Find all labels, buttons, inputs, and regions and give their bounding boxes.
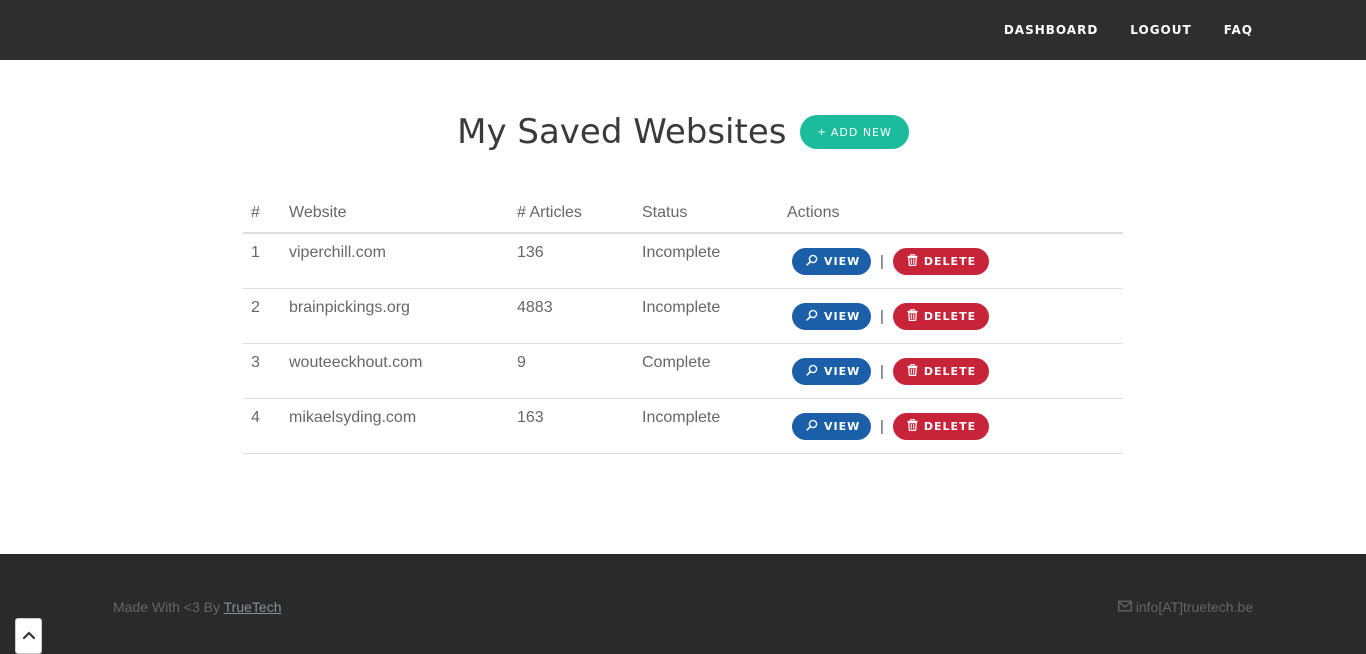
delete-label: DELETE	[923, 255, 977, 268]
action-separator: |	[880, 362, 884, 380]
footer-email: info[AT]truetech.be	[1135, 599, 1253, 615]
row-status: Complete	[634, 343, 779, 399]
search-icon	[806, 419, 824, 434]
row-articles: 163	[509, 398, 634, 454]
search-icon	[806, 364, 824, 379]
view-label: VIEW	[824, 255, 861, 268]
footer-author-link[interactable]: TrueTech	[224, 599, 282, 615]
row-actions: VIEW | DELETE	[779, 233, 1123, 289]
table-row: 4 mikaelsyding.com 163 Incomplete VIEW | DELET…	[243, 398, 1123, 454]
row-actions: VIEW | DELETE	[779, 343, 1123, 399]
nav-link-logout[interactable]: LOGOUT	[1130, 23, 1191, 37]
view-button[interactable]: VIEW	[792, 412, 871, 440]
header-status: Status	[634, 193, 779, 234]
delete-label: DELETE	[923, 419, 977, 433]
trash-icon	[907, 308, 924, 324]
row-articles: 4883	[509, 288, 634, 344]
header-number: #	[243, 193, 281, 234]
action-group: VIEW | DELETE	[787, 409, 1123, 440]
trash-icon	[907, 418, 924, 434]
delete-button[interactable]: DELETE	[892, 302, 989, 330]
table-row: 2 brainpickings.org 4883 Incomplete VIEW | DEL…	[243, 288, 1123, 344]
action-separator: |	[880, 417, 884, 435]
delete-button[interactable]: DELETE	[892, 248, 989, 275]
nav-link-dashboard[interactable]: DASHBOARD	[1004, 23, 1098, 37]
header-articles: # Articles	[509, 193, 634, 234]
row-website: wouteeckhout.com	[281, 343, 509, 399]
row-number: 3	[243, 343, 281, 399]
delete-button[interactable]: DELETE	[892, 357, 989, 385]
delete-button[interactable]: DELETE	[892, 412, 989, 440]
action-separator: |	[880, 253, 884, 270]
plus-icon: +	[817, 126, 827, 138]
header-website: Website	[281, 193, 509, 234]
view-button[interactable]: VIEW	[792, 357, 871, 385]
websites-table: # Website # Articles Status Actions 1 vip…	[243, 193, 1123, 454]
view-label: VIEW	[824, 309, 861, 323]
view-button[interactable]: VIEW	[792, 302, 871, 330]
row-status: Incomplete	[634, 398, 779, 454]
footer-contact: info[AT]truetech.be	[1117, 599, 1253, 615]
row-number: 1	[243, 233, 281, 289]
nav-links: DASHBOARD LOGOUT FAQ	[972, 0, 1253, 60]
row-number: 2	[243, 288, 281, 344]
footer: Made With <3 By TrueTech info[AT]truetec…	[0, 554, 1366, 654]
header-actions: Actions	[779, 193, 1123, 234]
row-website: mikaelsyding.com	[281, 398, 509, 454]
table-row: 1 viperchill.com 136 Incomplete VIEW | DELETE	[243, 233, 1123, 289]
row-status: Incomplete	[634, 233, 779, 289]
search-icon	[806, 309, 824, 324]
search-icon	[806, 254, 824, 269]
row-website: viperchill.com	[281, 233, 509, 289]
action-group: VIEW | DELETE	[787, 299, 1123, 330]
delete-label: DELETE	[923, 364, 977, 378]
chevron-up-icon	[22, 627, 36, 645]
table-row: 3 wouteeckhout.com 9 Complete VIEW | DELETE	[243, 343, 1123, 399]
view-label: VIEW	[824, 364, 861, 378]
title-row: My Saved Websites + ADD NEW	[0, 112, 1366, 152]
row-actions: VIEW | DELETE	[779, 398, 1123, 454]
action-group: VIEW | DELETE	[787, 354, 1123, 385]
row-number: 4	[243, 398, 281, 454]
row-articles: 136	[509, 233, 634, 289]
view-label: VIEW	[824, 419, 861, 433]
row-articles: 9	[509, 343, 634, 399]
page-title: My Saved Websites	[457, 112, 787, 152]
add-new-label: ADD NEW	[830, 125, 892, 139]
footer-credit: Made With <3 By TrueTech	[113, 599, 281, 615]
trash-icon	[907, 363, 924, 379]
delete-label: DELETE	[923, 309, 977, 323]
scroll-to-top-button[interactable]	[15, 618, 42, 654]
add-new-button[interactable]: + ADD NEW	[800, 115, 909, 149]
nav-link-faq[interactable]: FAQ	[1224, 23, 1253, 37]
footer-made-with: Made With <3 By	[113, 599, 224, 615]
row-website: brainpickings.org	[281, 288, 509, 344]
trash-icon	[907, 253, 924, 269]
view-button[interactable]: VIEW	[792, 248, 871, 275]
envelope-icon	[1117, 599, 1136, 615]
action-separator: |	[880, 307, 884, 325]
table-header-row: # Website # Articles Status Actions	[243, 193, 1123, 234]
row-status: Incomplete	[634, 288, 779, 344]
action-group: VIEW | DELETE	[787, 244, 1123, 275]
navbar: DASHBOARD LOGOUT FAQ	[0, 0, 1366, 60]
row-actions: VIEW | DELETE	[779, 288, 1123, 344]
